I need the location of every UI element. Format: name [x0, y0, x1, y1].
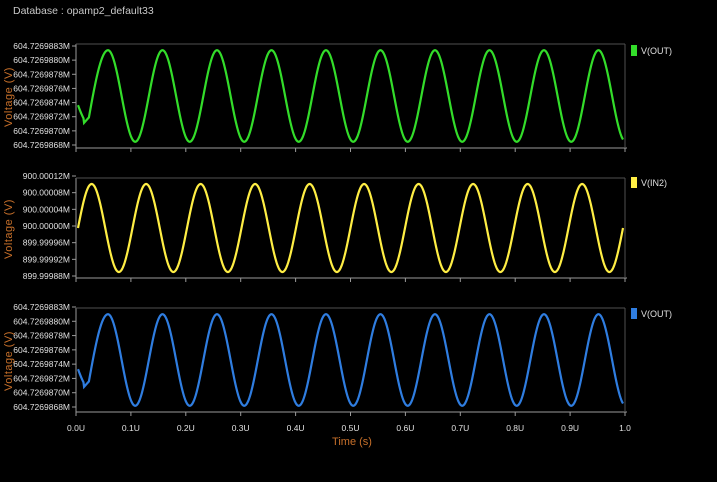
series-line-vout: [76, 313, 624, 407]
x-tick-label: 1.0: [619, 423, 631, 433]
x-tick-label: 0.3U: [232, 423, 250, 433]
legend-label: V(OUT): [641, 309, 672, 319]
y-tick-label: 604.7269872M: [13, 373, 70, 383]
y-tick-label: 604.7269870M: [13, 388, 70, 398]
legend-swatch: [631, 45, 637, 56]
y-axis-label: Voltage (V): [3, 331, 15, 391]
series-line-vin2: [76, 182, 625, 274]
y-tick-label: 604.7269874M: [13, 98, 70, 108]
legend-label: V(OUT): [641, 46, 672, 56]
y-tick-label: 604.7269883M: [13, 302, 70, 312]
y-tick-label: 604.7269878M: [13, 331, 70, 341]
y-tick-label: 900.00000M: [23, 221, 70, 231]
y-tick-label: 604.7269868M: [13, 140, 70, 150]
series-line-vout: [76, 49, 624, 143]
y-tick-label: 900.00012M: [23, 171, 70, 181]
y-tick-label: 604.7269870M: [13, 126, 70, 136]
y-tick-label: 604.7269883M: [13, 41, 70, 51]
legend-swatch: [631, 177, 637, 188]
y-tick-label: 604.7269872M: [13, 112, 70, 122]
y-axis-label: Voltage (V): [3, 199, 15, 259]
y-tick-label: 604.7269876M: [13, 345, 70, 355]
legend-label: V(IN2): [641, 178, 667, 188]
waveform-chart: 604.7269883M 604.7269880M 604.7269878M 604.…: [3, 41, 672, 448]
y-tick-label: 900.00008M: [23, 188, 70, 198]
x-tick-label: 0.2U: [177, 423, 195, 433]
y-tick-label: 899.99988M: [23, 271, 70, 281]
x-tick-label: 0.0U: [67, 423, 85, 433]
y-tick-label: 899.99992M: [23, 254, 70, 264]
y-tick-label: 899.99996M: [23, 238, 70, 248]
y-tick-label: 604.7269880M: [13, 316, 70, 326]
x-tick-label: 0.6U: [396, 423, 414, 433]
y-axis-label: Voltage (V): [3, 67, 15, 127]
y-tick-label: 604.7269868M: [13, 402, 70, 412]
x-tick-label: 0.9U: [561, 423, 579, 433]
legend-swatch: [631, 308, 637, 319]
y-tick-label: 604.7269878M: [13, 69, 70, 79]
x-tick-label: 0.5U: [342, 423, 360, 433]
x-tick-label: 0.1U: [122, 423, 140, 433]
x-tick-label: 0.7U: [451, 423, 469, 433]
y-tick-label: 604.7269874M: [13, 359, 70, 369]
x-axis-label: Time (s): [332, 436, 372, 448]
y-tick-label: 900.00004M: [23, 204, 70, 214]
x-tick-label: 0.4U: [287, 423, 305, 433]
y-tick-label: 604.7269880M: [13, 55, 70, 65]
y-tick-label: 604.7269876M: [13, 83, 70, 93]
x-tick-label: 0.8U: [506, 423, 524, 433]
